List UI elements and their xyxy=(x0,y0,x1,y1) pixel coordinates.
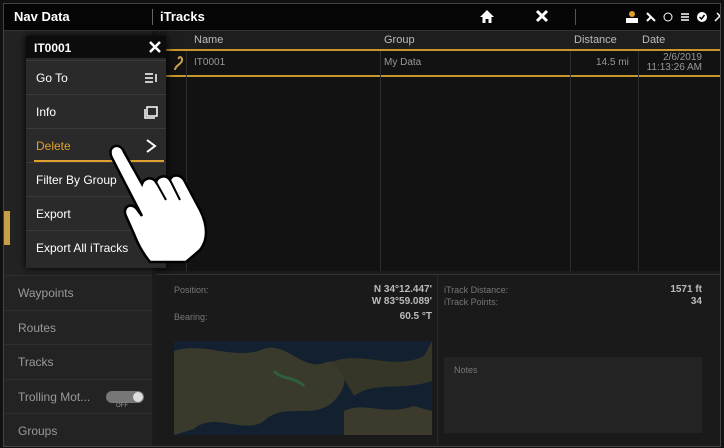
sidebar-item-routes[interactable]: Routes xyxy=(4,310,152,344)
track-map-preview[interactable] xyxy=(174,341,432,435)
divider xyxy=(152,9,153,25)
menu-item-label: Info xyxy=(36,105,57,119)
distance-value: 1571 ft xyxy=(670,284,702,295)
position-label: Position: xyxy=(174,285,209,295)
sidebar-item-label: Waypoints xyxy=(18,286,74,300)
distance-label: iTrack Distance: xyxy=(444,285,509,295)
table-row[interactable]: IT0001 My Data 14.5 mi 2/6/2019 11:13:26… xyxy=(156,51,720,77)
itracks-table: Name Group Distance Date IT0001 My Data … xyxy=(156,31,720,271)
sidebar-item-label: Trolling Mot... xyxy=(18,390,91,404)
menu-title: IT0001 xyxy=(34,41,72,55)
window-icon xyxy=(144,106,158,119)
notes-box[interactable]: Notes xyxy=(444,357,702,433)
cell-name: IT0001 xyxy=(194,57,226,68)
sonar-360-icon xyxy=(663,12,673,22)
toggle-knob xyxy=(133,392,143,402)
position-lon: W 83°59.089' xyxy=(371,296,432,307)
time-text: 11:13:26 AM xyxy=(646,62,702,73)
status-icons[interactable] xyxy=(624,8,720,26)
menu-item-info[interactable]: Info xyxy=(26,94,166,128)
points-label: iTrack Points: xyxy=(444,297,499,307)
gps-icon xyxy=(714,12,720,22)
track-info-panel: Position: N 34°12.447' W 83°59.089' Bear… xyxy=(156,274,720,445)
sidebar-item-waypoints[interactable]: Waypoints xyxy=(4,275,152,309)
sidebar-item-label: Routes xyxy=(18,321,57,335)
person-alert-icon xyxy=(626,11,638,23)
bearing-label: Bearing: xyxy=(174,312,208,322)
divider xyxy=(575,9,576,25)
menu-item-label: Delete xyxy=(36,139,71,153)
menu-item-go-to[interactable]: Go To xyxy=(26,60,166,94)
selected-indicator xyxy=(4,211,10,245)
toggle-state: OFF xyxy=(116,403,128,409)
position-lat: N 34°12.447' xyxy=(373,284,432,295)
divider xyxy=(437,275,438,445)
nav-data-title[interactable]: Nav Data xyxy=(14,9,70,24)
menu-item-label: Go To xyxy=(36,71,68,85)
notes-label: Notes xyxy=(454,365,478,375)
table-header: Name Group Distance Date xyxy=(156,31,720,51)
close-icon[interactable] xyxy=(148,40,162,54)
column-header-distance[interactable]: Distance xyxy=(574,34,617,46)
column-header-name[interactable]: Name xyxy=(194,34,223,46)
satellite-icon xyxy=(646,12,656,22)
cell-date: 2/6/2019 11:13:26 AM xyxy=(642,53,702,73)
list-icon xyxy=(145,73,157,83)
page-title: iTracks xyxy=(160,9,205,24)
bearing-value: 60.5 °T xyxy=(399,311,432,322)
points-value: 34 xyxy=(690,296,702,307)
sidebar-item-trolling-motor[interactable]: Trolling Mot... OFF xyxy=(4,379,152,413)
column-divider xyxy=(380,51,381,271)
check-circle-icon xyxy=(697,12,707,22)
column-header-date[interactable]: Date xyxy=(642,34,665,46)
menu-header: IT0001 xyxy=(26,36,166,58)
column-header-group[interactable]: Group xyxy=(384,34,415,46)
close-icon[interactable] xyxy=(534,8,550,24)
cell-group: My Data xyxy=(384,57,422,68)
sidebar-item-label: Groups xyxy=(18,424,58,438)
column-divider xyxy=(570,51,571,271)
sidebar-item-tracks[interactable]: Tracks xyxy=(4,344,152,378)
app-frame: Nav Data iTracks Waypoints Routes Tracks… xyxy=(3,3,721,447)
menu-item-label: Export xyxy=(36,207,71,221)
cell-distance: 14.5 mi xyxy=(596,57,629,68)
top-bar: Nav Data iTracks xyxy=(4,4,720,31)
sonar-icon xyxy=(681,13,689,21)
column-divider xyxy=(638,51,639,271)
sidebar-item-groups[interactable]: Groups xyxy=(4,413,152,446)
sidebar-item-label: Tracks xyxy=(18,355,54,369)
home-icon[interactable] xyxy=(478,8,496,26)
pointing-hand-icon xyxy=(109,144,208,264)
